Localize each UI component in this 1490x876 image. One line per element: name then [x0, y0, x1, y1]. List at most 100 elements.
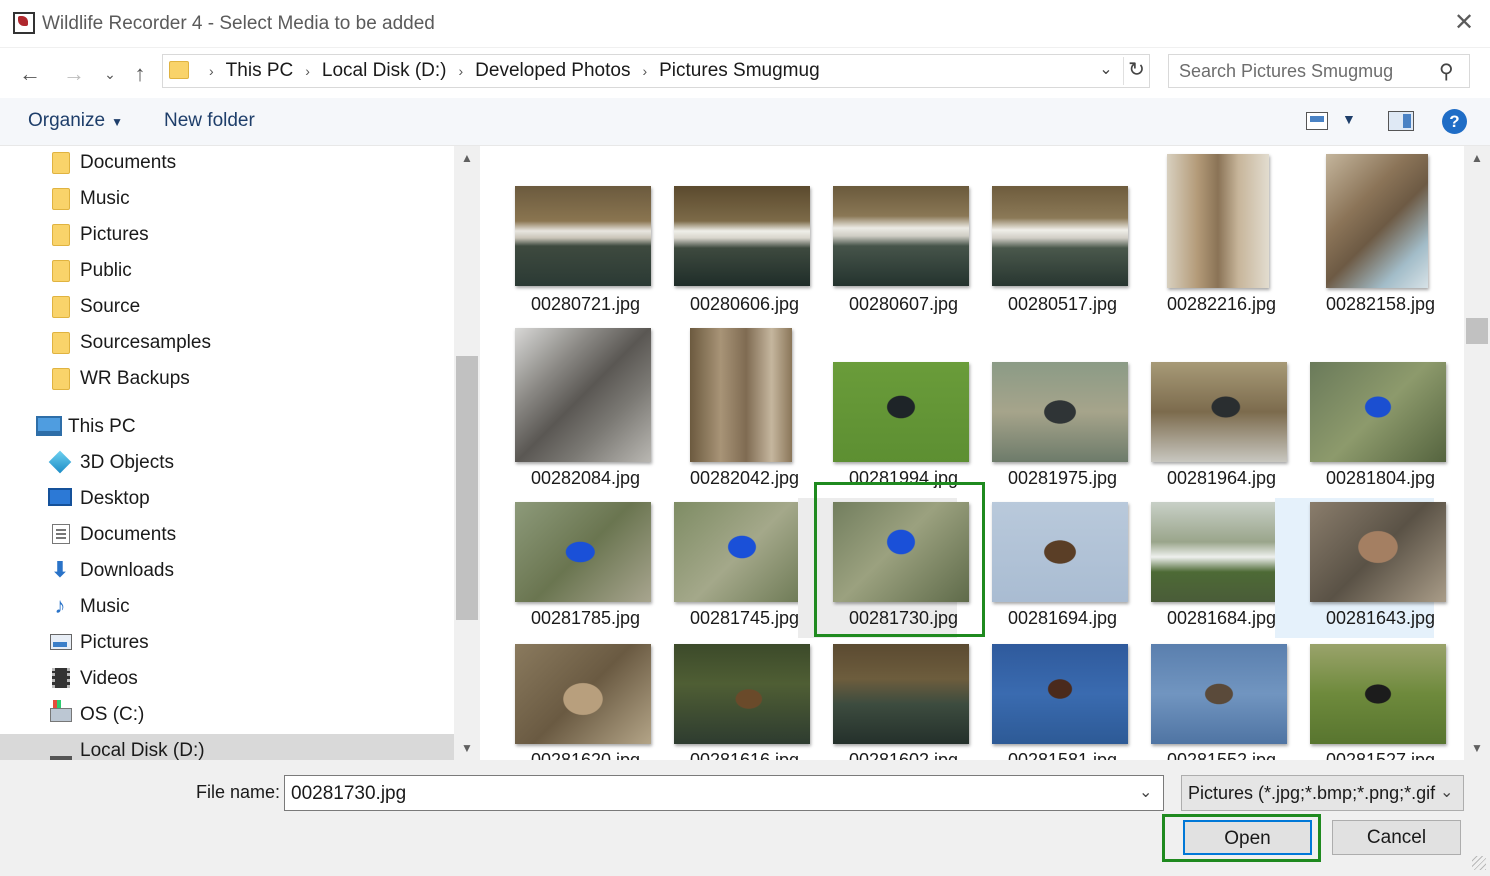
- file-list-scrollbar[interactable]: ▲ ▼: [1464, 146, 1490, 760]
- sidebar-item-source[interactable]: Source: [0, 290, 454, 324]
- recent-locations-chevron-icon[interactable]: ⌄: [96, 60, 124, 88]
- file-type-select[interactable]: Pictures (*.jpg;*.bmp;*.png;*.gif ⌄: [1181, 775, 1464, 811]
- new-folder-button[interactable]: New folder: [164, 110, 255, 132]
- sidebar-item-os-c[interactable]: OS (C:): [0, 698, 454, 732]
- file-tile[interactable]: 00281527.jpg: [1275, 640, 1446, 760]
- folder-icon: [169, 61, 189, 79]
- sidebar-item-documents-library[interactable]: Documents: [0, 518, 454, 552]
- file-tile[interactable]: 00281804.jpg: [1275, 326, 1446, 496]
- scrollbar-thumb[interactable]: [456, 356, 478, 620]
- file-tile[interactable]: 00280606.jpg: [639, 154, 810, 324]
- file-tile[interactable]: 00280517.jpg: [957, 154, 1128, 324]
- address-bar[interactable]: › This PC › Local Disk (D:) › Developed …: [162, 54, 1150, 88]
- scroll-down-icon[interactable]: ▼: [454, 736, 480, 760]
- 3d-objects-icon: [48, 450, 72, 474]
- file-tile[interactable]: 00281964.jpg: [1116, 326, 1287, 496]
- sidebar-item-label: Videos: [80, 668, 138, 689]
- chevron-right-icon[interactable]: ›: [209, 63, 214, 79]
- sidebar-item-3d-objects[interactable]: 3D Objects: [0, 446, 454, 480]
- sidebar-item-local-disk-d[interactable]: Local Disk (D:): [0, 734, 454, 760]
- file-tile[interactable]: 00280721.jpg: [480, 154, 651, 324]
- sidebar-item-label: Documents: [80, 152, 177, 173]
- file-name-field[interactable]: 00281730.jpg ⌄: [284, 775, 1164, 811]
- scroll-down-icon[interactable]: ▼: [1464, 736, 1490, 760]
- open-button[interactable]: Open: [1183, 820, 1312, 855]
- close-icon[interactable]: ✕: [1449, 8, 1479, 38]
- file-tile[interactable]: 00281785.jpg: [480, 498, 651, 638]
- search-box: ⚲: [1168, 54, 1470, 88]
- sidebar-item-sourcesamples[interactable]: Sourcesamples: [0, 326, 454, 360]
- chevron-right-icon[interactable]: ›: [305, 63, 310, 79]
- file-tile[interactable]: 00281616.jpg: [639, 640, 810, 760]
- sidebar-item-downloads[interactable]: ⬇ Downloads: [0, 554, 454, 588]
- sidebar-item-music-library[interactable]: ♪ Music: [0, 590, 454, 624]
- search-icon[interactable]: ⚲: [1439, 59, 1454, 84]
- file-tile[interactable]: 00282042.jpg: [639, 326, 799, 496]
- sidebar-item-pictures[interactable]: Pictures: [0, 218, 454, 252]
- file-tile[interactable]: 00281975.jpg: [957, 326, 1128, 496]
- up-arrow-icon[interactable]: ↑: [126, 60, 154, 88]
- scroll-up-icon[interactable]: ▲: [1464, 146, 1490, 170]
- breadcrumb-local-disk[interactable]: Local Disk (D:): [322, 60, 447, 82]
- thumbnail-image: [674, 644, 810, 744]
- scroll-up-icon[interactable]: ▲: [454, 146, 480, 170]
- file-name-label: 00281804.jpg: [1325, 468, 1436, 488]
- address-dropdown-icon[interactable]: ⌄: [1095, 59, 1117, 79]
- file-tile[interactable]: 00281552.jpg: [1116, 640, 1287, 760]
- back-arrow-icon[interactable]: ←: [16, 60, 44, 88]
- refresh-icon[interactable]: ↻: [1123, 57, 1149, 85]
- sidebar-item-label: Music: [80, 596, 130, 617]
- sidebar-item-pictures-library[interactable]: Pictures: [0, 626, 454, 660]
- sidebar-item-desktop[interactable]: Desktop: [0, 482, 454, 516]
- chevron-right-icon[interactable]: ›: [459, 63, 464, 79]
- file-tile[interactable]: 00281994.jpg: [798, 326, 969, 496]
- os-drive-icon: [50, 700, 72, 722]
- file-tile[interactable]: 00281643.jpg: [1275, 498, 1446, 638]
- file-name-label: 00281527.jpg: [1325, 750, 1436, 760]
- chevron-right-icon[interactable]: ›: [642, 63, 647, 79]
- file-tile[interactable]: 00282084.jpg: [480, 326, 651, 496]
- file-name-label: 00282158.jpg: [1325, 294, 1436, 314]
- file-tile[interactable]: 00281745.jpg: [639, 498, 810, 638]
- sidebar-item-this-pc[interactable]: This PC: [0, 410, 454, 444]
- sidebar-item-videos[interactable]: Videos: [0, 662, 454, 696]
- search-input[interactable]: [1179, 60, 1429, 82]
- help-icon[interactable]: ?: [1442, 109, 1467, 134]
- file-tile[interactable]: 00281620.jpg: [480, 640, 651, 760]
- view-options-caret-icon[interactable]: ▼: [1342, 111, 1356, 127]
- change-view-icon[interactable]: [1306, 112, 1328, 130]
- scrollbar-thumb[interactable]: [1466, 318, 1488, 344]
- file-tile[interactable]: 00282216.jpg: [1116, 154, 1276, 324]
- resize-grip-icon[interactable]: [1472, 856, 1486, 870]
- thumbnail-image: [674, 502, 810, 602]
- sidebar-item-music[interactable]: Music: [0, 182, 454, 216]
- breadcrumb-this-pc[interactable]: This PC: [226, 60, 294, 82]
- file-tile[interactable]: 00281581.jpg: [957, 640, 1128, 760]
- breadcrumb-pictures-smugmug[interactable]: Pictures Smugmug: [659, 60, 820, 82]
- thumbnail-image: [515, 328, 651, 462]
- file-name-label: File name:: [196, 782, 281, 802]
- file-tile[interactable]: 00281602.jpg: [798, 640, 969, 760]
- breadcrumb-developed-photos[interactable]: Developed Photos: [475, 60, 630, 82]
- sidebar-item-wr-backups[interactable]: WR Backups: [0, 362, 454, 396]
- desktop-icon: [48, 488, 72, 506]
- organize-button[interactable]: Organize ▼: [28, 110, 123, 132]
- sidebar-item-public[interactable]: Public: [0, 254, 454, 288]
- caret-down-icon: ▼: [111, 115, 123, 129]
- cancel-button[interactable]: Cancel: [1332, 820, 1461, 855]
- sidebar-item-label: Desktop: [80, 488, 150, 509]
- thumbnail-image: [515, 644, 651, 744]
- preview-pane-icon[interactable]: [1388, 111, 1414, 131]
- thumbnail-image: [992, 502, 1128, 602]
- music-icon: ♪: [54, 593, 66, 618]
- chevron-down-icon[interactable]: ⌄: [1139, 782, 1152, 802]
- file-tile[interactable]: 00281684.jpg: [1116, 498, 1287, 638]
- command-toolbar: Organize ▼ New folder ▼ ?: [0, 98, 1490, 146]
- forward-arrow-icon[interactable]: →: [60, 60, 88, 88]
- file-tile[interactable]: 00280607.jpg: [798, 154, 969, 324]
- file-tile[interactable]: 00282158.jpg: [1275, 154, 1435, 324]
- thumbnail-image: [674, 186, 810, 286]
- navigation-pane-scrollbar[interactable]: ▲ ▼: [454, 146, 480, 760]
- chevron-down-icon[interactable]: ⌄: [1440, 782, 1454, 802]
- sidebar-item-documents[interactable]: Documents: [0, 146, 454, 180]
